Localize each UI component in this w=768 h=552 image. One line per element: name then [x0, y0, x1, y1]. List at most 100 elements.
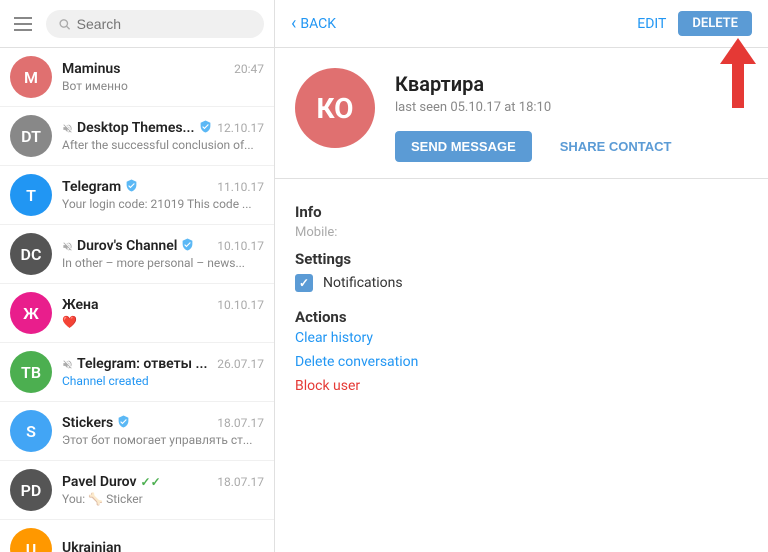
chat-name: Maminus — [62, 61, 120, 77]
red-arrow-annotation — [720, 38, 756, 108]
chat-preview: In other – more personal – news... — [62, 256, 264, 270]
profile-section: КО Квартира last seen 05.10.17 at 18:10 … — [275, 48, 768, 179]
notifications-label: Notifications — [323, 275, 403, 291]
chat-name: Stickers — [62, 415, 130, 431]
profile-actions: SEND MESSAGE SHARE CONTACT — [395, 131, 748, 162]
chat-list: M Maminus 20:47 Вот именно DT Desktop Themes.… — [0, 48, 274, 552]
chat-preview: Your login code: 21019 This code ... — [62, 197, 264, 211]
muted-icon — [62, 123, 73, 134]
muted-icon — [62, 241, 73, 252]
chat-time: 18.07.17 — [217, 416, 264, 430]
chat-preview: Этот бот помогает управлять ст... — [62, 433, 264, 447]
chat-name: Pavel Durov✓✓ — [62, 474, 161, 490]
chat-info: Desktop Themes...12.10.17 After the succe… — [62, 120, 264, 152]
chat-name: Жена — [62, 297, 99, 313]
profile-status: last seen 05.10.17 at 18:10 — [395, 100, 748, 115]
profile-info: Квартира last seen 05.10.17 at 18:10 SEN… — [395, 68, 748, 162]
chat-info: Pavel Durov✓✓ 18.07.17 You: 🦴 Sticker — [62, 474, 264, 506]
actions-section-title: Actions — [295, 308, 748, 326]
chat-item-maminus[interactable]: M Maminus 20:47 Вот именно — [0, 48, 274, 107]
avatar: DC — [10, 233, 52, 275]
chat-info: Durov's Channel 10.10.17 In other – more p… — [62, 238, 264, 270]
chat-item-durovs-channel[interactable]: DC Durov's Channel 10.10.17 In other – more… — [0, 225, 274, 284]
send-message-button[interactable]: SEND MESSAGE — [395, 131, 532, 162]
chat-item-ukrainian[interactable]: U Ukrainian — [0, 520, 274, 552]
chat-name-row: Жена 10.10.17 — [62, 297, 264, 313]
chat-info: Telegram11.10.17 Your login code: 21019 T… — [62, 179, 264, 211]
left-panel: M Maminus 20:47 Вот именно DT Desktop Themes.… — [0, 0, 275, 552]
chat-name-row: Maminus 20:47 — [62, 61, 264, 77]
mobile-field: Mobile: — [295, 225, 748, 240]
avatar: Ж — [10, 292, 52, 334]
settings-section-title: Settings — [295, 250, 748, 268]
chat-name-row: Desktop Themes...12.10.17 — [62, 120, 264, 136]
delete-button[interactable]: DELETE — [678, 11, 752, 36]
chat-info: Maminus 20:47 Вот именно — [62, 61, 264, 93]
detail-section: Info Mobile: Settings Notifications Acti… — [275, 179, 768, 552]
chat-item-desktop-themes[interactable]: DT Desktop Themes...12.10.17 After the suc… — [0, 107, 274, 166]
chat-preview: ❤️ — [62, 315, 264, 329]
right-panel: ‹ BACK EDIT DELETE КО Квартира last seen… — [275, 0, 768, 552]
avatar: S — [10, 410, 52, 452]
chat-info: Жена 10.10.17 ❤️ — [62, 297, 264, 329]
chat-preview: Вот именно — [62, 79, 264, 93]
avatar: M — [10, 56, 52, 98]
avatar: U — [10, 528, 52, 552]
chat-item-telegram[interactable]: T Telegram11.10.17 Your login code: 21019 … — [0, 166, 274, 225]
info-section-title: Info — [295, 203, 748, 221]
double-check-icon: ✓✓ — [141, 475, 161, 489]
avatar: PD — [10, 469, 52, 511]
search-box — [46, 10, 264, 38]
right-header: ‹ BACK EDIT DELETE — [275, 0, 768, 48]
chat-time: 20:47 — [234, 62, 264, 76]
verified-icon — [125, 179, 138, 195]
chat-time: 12.10.17 — [217, 121, 264, 135]
chat-name-row: Stickers 18.07.17 — [62, 415, 264, 431]
hamburger-menu[interactable] — [10, 13, 36, 35]
chat-item-telegram-otvety[interactable]: ТВ Telegram: ответы ... 26.07.17 Channel cr… — [0, 343, 274, 402]
back-icon: ‹ — [291, 13, 296, 34]
muted-icon — [62, 359, 73, 370]
chat-name-row: Telegram: ответы ... 26.07.17 — [62, 356, 264, 372]
chat-time: 10.10.17 — [217, 298, 264, 312]
notifications-row: Notifications — [295, 274, 748, 292]
chat-name: Telegram: ответы ... — [62, 356, 207, 372]
chat-item-pavel-durov[interactable]: PD Pavel Durov✓✓ 18.07.17 You: 🦴 Sticker — [0, 461, 274, 520]
search-input[interactable] — [77, 16, 252, 32]
back-label: BACK — [300, 16, 336, 32]
back-button[interactable]: ‹ BACK — [291, 13, 336, 34]
chat-item-stickers[interactable]: S Stickers 18.07.17 Этот бот помогает управ… — [0, 402, 274, 461]
profile-name: Квартира — [395, 72, 748, 96]
delete-conversation-button[interactable]: Delete conversation — [295, 354, 748, 370]
chat-name-row: Ukrainian — [62, 540, 264, 552]
chat-name-row: Durov's Channel 10.10.17 — [62, 238, 264, 254]
chat-time: 26.07.17 — [217, 357, 264, 371]
chat-time: 10.10.17 — [217, 239, 264, 253]
chat-info: Stickers 18.07.17 Этот бот помогает управл… — [62, 415, 264, 447]
chat-info: Ukrainian — [62, 540, 264, 552]
chat-name: Durov's Channel — [62, 238, 194, 254]
arrow-head — [720, 38, 756, 64]
chat-name-row: Pavel Durov✓✓ 18.07.17 — [62, 474, 264, 490]
avatar: DT — [10, 115, 52, 157]
chat-item-zhena[interactable]: Ж Жена 10.10.17 ❤️ — [0, 284, 274, 343]
block-user-button[interactable]: Block user — [295, 378, 748, 394]
chat-name-row: Telegram11.10.17 — [62, 179, 264, 195]
avatar: T — [10, 174, 52, 216]
share-contact-button[interactable]: SHARE CONTACT — [544, 131, 688, 162]
chat-preview: After the successful conclusion of... — [62, 138, 264, 152]
chat-time: 18.07.17 — [217, 475, 264, 489]
verified-icon — [117, 415, 130, 431]
chat-info: Telegram: ответы ... 26.07.17 Channel crea… — [62, 356, 264, 388]
chat-preview: You: 🦴 Sticker — [62, 492, 264, 506]
arrow-body — [732, 64, 744, 108]
edit-button[interactable]: EDIT — [637, 16, 666, 32]
notifications-checkbox[interactable] — [295, 274, 313, 292]
clear-history-button[interactable]: Clear history — [295, 330, 748, 346]
search-icon — [58, 17, 71, 31]
verified-icon — [181, 238, 194, 254]
chat-name: Telegram — [62, 179, 138, 195]
chat-preview: Channel created — [62, 374, 264, 388]
verified-icon — [199, 120, 212, 136]
avatar: ТВ — [10, 351, 52, 393]
